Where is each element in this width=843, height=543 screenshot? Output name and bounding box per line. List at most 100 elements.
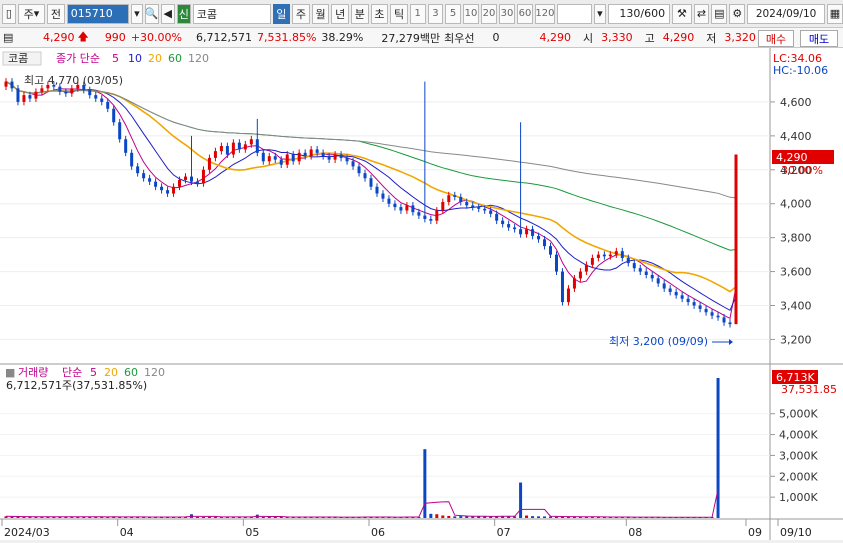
candle-body: [495, 213, 499, 221]
stock-name-field[interactable]: 코콤: [192, 3, 271, 24]
candle-body: [112, 108, 116, 123]
price-tick-label: 4,400: [780, 130, 812, 143]
candle-body: [662, 283, 666, 289]
open-value: 3,330: [601, 31, 633, 44]
window-icon[interactable]: ▯: [2, 3, 16, 24]
volume-tick-label: 2,000K: [779, 470, 818, 483]
interval-30-button[interactable]: 30: [498, 3, 515, 24]
period-week-button[interactable]: 주: [292, 3, 310, 24]
candle-body: [447, 195, 451, 203]
buy-label: 매수: [765, 32, 787, 46]
change-pct-value: +30.00%: [130, 31, 182, 44]
volume-bar: [453, 516, 457, 518]
list-icon[interactable]: ▤: [3, 31, 17, 44]
print-icon[interactable]: ▤: [711, 3, 728, 24]
market-select[interactable]: 주 ▾: [17, 3, 46, 24]
candle-body: [650, 274, 654, 279]
ma5-label: 5: [112, 52, 119, 65]
candle-body: [279, 159, 283, 165]
code-dropdown-button[interactable]: ▾: [130, 3, 143, 24]
compare-icon[interactable]: ⇄: [693, 3, 710, 24]
candle-body: [291, 154, 295, 162]
candle-body: [722, 317, 726, 323]
volume-bar: [195, 516, 199, 518]
candle-body: [201, 169, 205, 184]
candle-body: [142, 173, 146, 179]
candle-body: [124, 139, 128, 153]
interval-120-label: 120: [535, 8, 555, 19]
volume-bar: [525, 515, 529, 518]
candle-body: [58, 86, 62, 92]
candle-body: [489, 210, 493, 214]
vma5-label: 5: [90, 366, 97, 379]
interval-3-button[interactable]: 3: [427, 3, 444, 24]
candle-body: [716, 315, 720, 318]
price-tick-label: 4,600: [780, 96, 812, 109]
chart-area[interactable]: 4,600 4,400 4,200 4,000 3,800 3,600 3,400 3,200…: [0, 48, 843, 540]
calendar-icon[interactable]: ▦: [826, 3, 843, 24]
period-month-button[interactable]: 월: [311, 3, 330, 24]
candle-body: [543, 239, 547, 247]
period-tick-button[interactable]: 틱: [390, 3, 408, 24]
period-year-button[interactable]: 년: [331, 3, 349, 24]
chart-tools-icon[interactable]: ⚒: [672, 3, 692, 24]
candle-body: [525, 229, 529, 235]
price-tick-label: 4,000: [780, 198, 812, 211]
stock-name: 코콤: [196, 7, 217, 21]
volume-tick-label: 3,000K: [779, 449, 818, 462]
stock-code-input[interactable]: 015710: [66, 3, 129, 24]
chart-svg[interactable]: 4,6004,4004,2004,0003,8003,6003,4003,200…: [0, 48, 843, 540]
candle-body: [130, 152, 134, 167]
candle-body: [465, 202, 469, 206]
candle-body: [602, 254, 606, 257]
ma60-label: 60: [168, 52, 182, 65]
volume-tick-label: 1,000K: [779, 491, 818, 504]
vma20-label: 20: [104, 366, 118, 379]
candle-body: [584, 264, 588, 272]
new-badge[interactable]: 신: [176, 3, 191, 24]
period-minute-button[interactable]: 분: [351, 3, 369, 24]
volume-bar: [207, 516, 211, 518]
candle-body: [704, 308, 708, 313]
buy-button[interactable]: 매수: [758, 30, 794, 47]
candle-body: [303, 152, 307, 157]
interval-dropdown-button[interactable]: ▾: [594, 3, 606, 24]
candle-body: [531, 229, 535, 236]
volume-bar: [267, 516, 271, 518]
open-label: 시: [582, 31, 594, 45]
volume-bar: [471, 516, 475, 518]
interval-120-button[interactable]: 120: [534, 3, 555, 24]
vma60-label: 60: [124, 366, 138, 379]
priority-value: 0: [492, 31, 500, 44]
interval-1-button[interactable]: 1: [409, 3, 426, 24]
candle-body: [626, 258, 630, 264]
candle-body: [596, 254, 600, 258]
candle-body: [680, 295, 684, 299]
gear-icon[interactable]: ⚙: [729, 3, 746, 24]
priority-label: 최우선: [444, 31, 475, 45]
period-second-button[interactable]: 초: [370, 3, 389, 24]
candle-body: [106, 101, 110, 109]
date-value: 2024/09/10: [755, 7, 817, 20]
candle-body: [22, 95, 26, 102]
count-field[interactable]: 130/600: [607, 3, 671, 24]
candle-body: [297, 152, 301, 162]
date-field[interactable]: 2024/09/10: [747, 3, 825, 24]
interval-5-button[interactable]: 5: [445, 3, 461, 24]
sound-icon[interactable]: ◀: [160, 3, 175, 24]
period-day-button[interactable]: 일: [272, 3, 291, 24]
change-value: 990: [104, 31, 126, 44]
interval-10-button[interactable]: 10: [462, 3, 479, 24]
volume-bar: [549, 516, 553, 518]
low-note: 최저 3,200 (09/09): [609, 335, 708, 348]
volume-bar: [519, 482, 523, 518]
sell-button[interactable]: 매도: [800, 30, 838, 47]
interval-60-button[interactable]: 60: [516, 3, 533, 24]
prev-button[interactable]: 전: [47, 3, 65, 24]
candle-body: [513, 227, 517, 230]
search-icon[interactable]: 🔍: [144, 3, 159, 24]
candle-body: [728, 322, 732, 325]
interval-20-button[interactable]: 20: [480, 3, 497, 24]
interval-custom-field[interactable]: [556, 3, 593, 24]
volume-bar: [201, 516, 205, 518]
